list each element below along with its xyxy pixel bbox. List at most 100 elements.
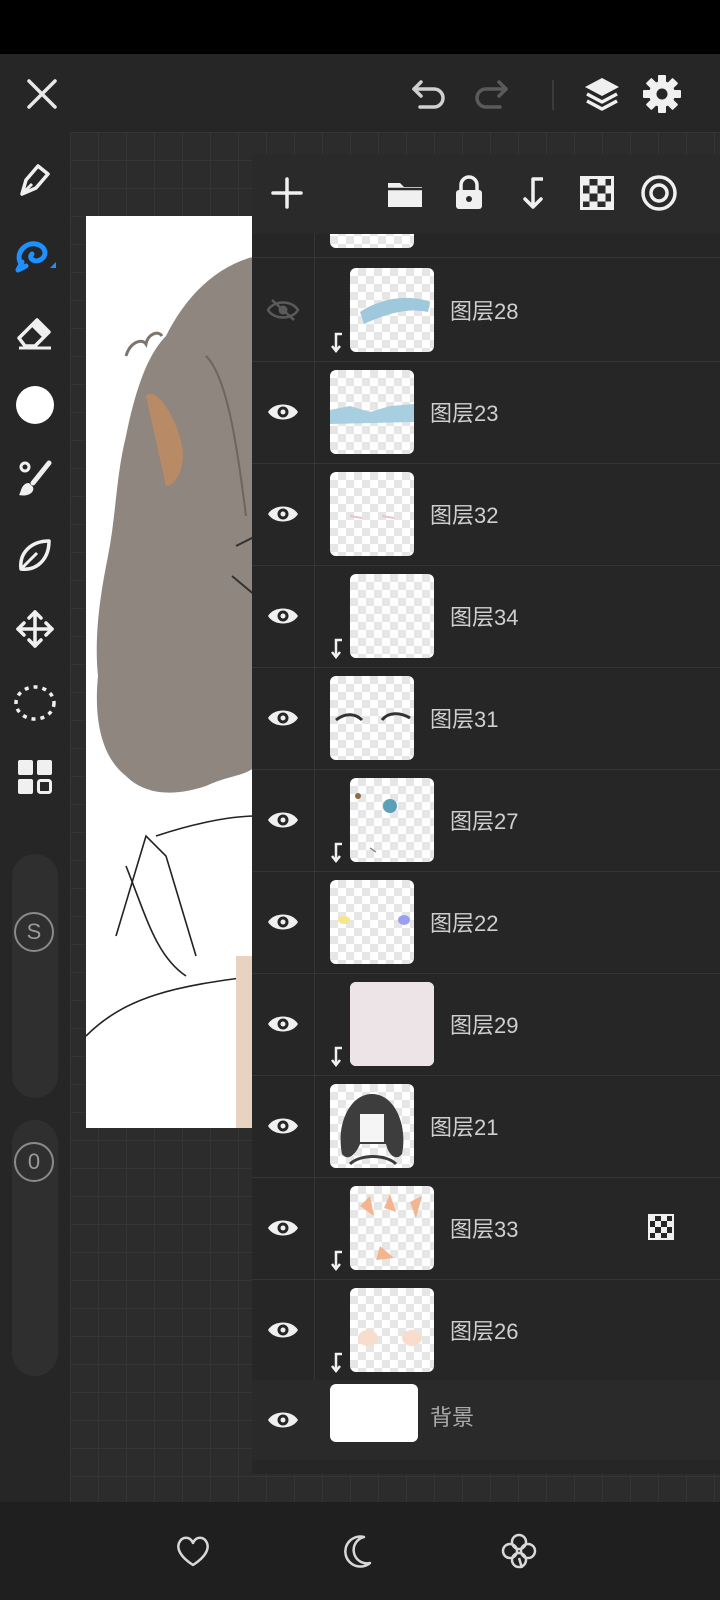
row-divider (314, 462, 315, 566)
layers-toolbar (252, 154, 720, 234)
layer-row[interactable]: 图层31 (252, 666, 720, 770)
bottom-bar (0, 1502, 720, 1600)
clipping-indicator (330, 332, 346, 354)
row-divider (314, 1176, 315, 1280)
paint-icon (19, 460, 52, 496)
layer-name: 图层26 (450, 1319, 519, 1344)
layer-thumbnail (350, 778, 434, 862)
layer-name: 图层21 (430, 1115, 499, 1140)
layer-row[interactable]: 图层26 (252, 1278, 720, 1382)
brush-size-slider[interactable] (12, 854, 58, 1098)
undo-button[interactable] (406, 72, 450, 116)
color-picker[interactable] (12, 382, 58, 428)
eye-hidden-icon (266, 299, 300, 321)
redo-icon (475, 80, 508, 109)
layers-panel: 图层28 图层23 图层32 图层34 图层31 图层27 图层22 图层29 图层21 图层33… (252, 154, 720, 1474)
eye-icon (268, 812, 298, 828)
smudge-tool[interactable] (12, 532, 58, 578)
move-icon (16, 610, 54, 648)
layer-row[interactable]: 图层32 (252, 462, 720, 566)
clipping-indicator (330, 638, 346, 660)
row-divider (314, 870, 315, 974)
layer-row[interactable]: 图层29 (252, 972, 720, 1076)
row-divider (314, 768, 315, 872)
layer-row-partial[interactable] (252, 234, 720, 258)
close-button[interactable] (20, 72, 64, 116)
alpha-lock-icon (580, 176, 614, 210)
folder-button[interactable] (384, 172, 426, 214)
layer-row[interactable]: 图层34 (252, 564, 720, 668)
eye-icon (268, 1412, 298, 1428)
left-toolbar: S 0 (0, 132, 70, 1502)
redo-button[interactable] (470, 72, 514, 116)
layer-thumbnail (330, 370, 414, 454)
add-layer-button[interactable] (266, 172, 308, 214)
layer-name: 图层31 (430, 707, 499, 732)
folder-icon (388, 183, 422, 207)
visibility-toggle[interactable] (260, 394, 306, 430)
layer-row[interactable]: 背景 (252, 1380, 720, 1460)
eye-icon (268, 1322, 298, 1338)
eye-icon (268, 1016, 298, 1032)
visibility-toggle[interactable] (260, 292, 306, 328)
blend-mode-button[interactable] (638, 172, 680, 214)
leaf-icon (19, 539, 51, 571)
close-icon (27, 79, 57, 109)
layers-button[interactable] (580, 72, 624, 116)
eraser-icon (17, 318, 51, 350)
clipping-indicator (330, 1352, 346, 1374)
favorite-button[interactable] (170, 1528, 216, 1574)
clover-button[interactable] (496, 1528, 542, 1574)
layer-list: 图层28 图层23 图层32 图层34 图层31 图层27 图层22 图层29 图层21 图层33… (252, 234, 720, 1474)
pen-tool[interactable] (12, 156, 58, 202)
layer-thumbnail (350, 268, 434, 352)
undo-icon (412, 80, 445, 109)
alpha-lock-button[interactable] (576, 172, 618, 214)
layer-name: 图层27 (450, 809, 519, 834)
visibility-toggle[interactable] (260, 496, 306, 532)
layer-row[interactable]: 图层21 (252, 1074, 720, 1178)
settings-button[interactable] (640, 72, 684, 116)
visibility-toggle[interactable] (260, 1210, 306, 1246)
toolbar-separator (552, 80, 554, 110)
layer-thumbnail (330, 676, 414, 760)
transform-tool[interactable] (12, 606, 58, 652)
layer-row[interactable]: 图层33 (252, 1176, 720, 1280)
eraser-tool[interactable] (12, 308, 58, 354)
eye-icon (268, 914, 298, 930)
layer-thumbnail (350, 574, 434, 658)
layers-icon (585, 78, 619, 111)
visibility-toggle[interactable] (260, 904, 306, 940)
layer-thumbnail (330, 234, 414, 248)
layer-row[interactable]: 图层23 (252, 360, 720, 464)
artwork (86, 256, 256, 1128)
layer-name: 图层33 (450, 1217, 519, 1242)
gallery-tool[interactable] (12, 754, 58, 800)
drawing-canvas[interactable] (86, 216, 256, 1128)
moon-icon (344, 1535, 372, 1568)
layer-row[interactable]: 图层28 (252, 258, 720, 362)
layer-thumbnail (350, 1186, 434, 1270)
alpha-lock-badge (648, 1214, 674, 1240)
merge-down-button[interactable] (512, 172, 554, 214)
visibility-toggle[interactable] (260, 1108, 306, 1144)
visibility-toggle[interactable] (260, 1006, 306, 1042)
layer-thumbnail (350, 1288, 434, 1372)
brush-tool[interactable] (12, 232, 58, 278)
visibility-toggle[interactable] (260, 700, 306, 736)
lasso-tool[interactable] (12, 680, 58, 726)
visibility-toggle[interactable] (260, 1312, 306, 1348)
visibility-toggle[interactable] (260, 802, 306, 838)
visibility-toggle[interactable] (260, 598, 306, 634)
visibility-toggle[interactable] (260, 1402, 306, 1438)
layer-row[interactable]: 图层22 (252, 870, 720, 974)
clipping-indicator (330, 842, 346, 864)
night-mode-button[interactable] (334, 1528, 380, 1574)
layer-row[interactable]: 图层27 (252, 768, 720, 872)
status-bar (0, 0, 720, 54)
top-toolbar (0, 54, 720, 132)
lock-icon (456, 175, 482, 209)
lock-button[interactable] (448, 172, 490, 214)
row-divider (314, 1278, 315, 1382)
paint-tool[interactable] (12, 456, 58, 502)
